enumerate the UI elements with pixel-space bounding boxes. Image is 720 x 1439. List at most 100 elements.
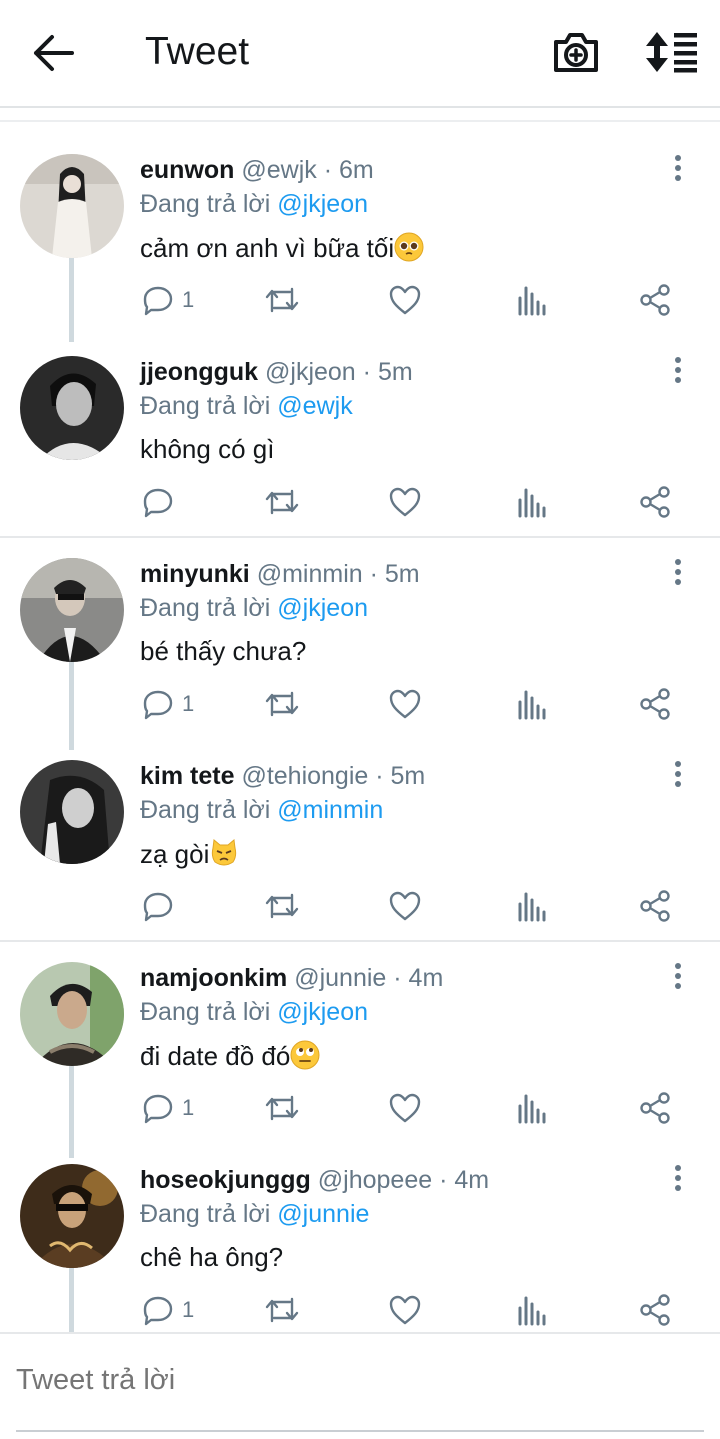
- reply-icon: [143, 1094, 173, 1124]
- reply-context: Đang trả lời @jkjeon: [140, 190, 368, 219]
- avatar[interactable]: [20, 356, 124, 460]
- bar-chart-icon: [518, 892, 546, 922]
- camera-plus-icon[interactable]: [552, 30, 600, 74]
- user-handle[interactable]: @tehiongie: [241, 762, 368, 790]
- display-name[interactable]: namjoonkim: [140, 964, 287, 992]
- analytics-button[interactable]: [516, 282, 546, 318]
- retweet-button[interactable]: [264, 1090, 300, 1126]
- share-button[interactable]: [638, 484, 672, 520]
- like-button[interactable]: [388, 1090, 422, 1126]
- mention-link[interactable]: @junnie: [277, 1200, 369, 1228]
- reply-button[interactable]: 1: [142, 686, 194, 722]
- bar-chart-icon: [518, 286, 546, 316]
- reply-button[interactable]: 1: [142, 282, 194, 318]
- like-button[interactable]: [388, 888, 422, 924]
- reply-prefix: Đang trả lời: [140, 190, 271, 218]
- display-name[interactable]: hoseokjunggg: [140, 1166, 311, 1194]
- avatar[interactable]: [20, 760, 124, 864]
- user-handle[interactable]: @jkjeon: [265, 358, 356, 386]
- analytics-button[interactable]: [516, 1292, 546, 1328]
- sort-list-icon[interactable]: [644, 30, 700, 74]
- user-handle[interactable]: @junnie: [294, 964, 386, 992]
- tweet[interactable]: eunwon @ewjk · 6m Đang trả lời @jkjeon c…: [0, 126, 720, 328]
- reply-icon: [143, 1296, 173, 1326]
- share-button[interactable]: [638, 1090, 672, 1126]
- more-options-icon[interactable]: [664, 556, 692, 588]
- retweet-button[interactable]: [264, 484, 300, 520]
- retweet-button[interactable]: [264, 686, 300, 722]
- share-icon: [640, 486, 670, 518]
- display-name[interactable]: minyunki: [140, 560, 250, 588]
- display-name[interactable]: jjeongguk: [140, 358, 258, 386]
- avatar[interactable]: [20, 154, 124, 258]
- reply-button[interactable]: 1: [142, 1292, 194, 1328]
- analytics-button[interactable]: [516, 888, 546, 924]
- reply-prefix: Đang trả lời: [140, 392, 271, 420]
- tweet[interactable]: minyunki @minmin · 5m Đang trả lời @jkje…: [0, 530, 720, 732]
- reply-button[interactable]: [142, 484, 182, 520]
- top-app-bar: Tweet: [0, 0, 720, 108]
- like-button[interactable]: [388, 686, 422, 722]
- retweet-icon: [265, 1297, 299, 1323]
- share-icon: [640, 890, 670, 922]
- display-name[interactable]: kim tete: [140, 762, 234, 790]
- like-button[interactable]: [388, 282, 422, 318]
- tweet-actions: 1: [0, 1090, 720, 1130]
- heart-icon: [389, 1295, 421, 1325]
- display-name[interactable]: eunwon: [140, 156, 234, 184]
- timestamp: · 6m: [323, 156, 374, 184]
- timestamp: · 5m: [369, 560, 420, 588]
- like-button[interactable]: [388, 1292, 422, 1328]
- reply-context: Đang trả lời @ewjk: [140, 392, 353, 421]
- like-button[interactable]: [388, 484, 422, 520]
- reply-button[interactable]: 1: [142, 1090, 194, 1126]
- face-rolling-eyes-emoji: [290, 1040, 320, 1070]
- avatar[interactable]: [20, 1164, 124, 1268]
- more-options-icon[interactable]: [664, 1162, 692, 1194]
- mention-link[interactable]: @jkjeon: [277, 594, 368, 622]
- avatar[interactable]: [20, 962, 124, 1066]
- reply-button[interactable]: [142, 888, 182, 924]
- reply-prefix: Đang trả lời: [140, 998, 271, 1026]
- heart-icon: [389, 1093, 421, 1123]
- reply-input[interactable]: [16, 1364, 706, 1397]
- bar-chart-icon: [518, 1296, 546, 1326]
- tweet-text-content: không có gì: [140, 434, 275, 464]
- retweet-button[interactable]: [264, 282, 300, 318]
- analytics-button[interactable]: [516, 484, 546, 520]
- more-options-icon[interactable]: [664, 960, 692, 992]
- timestamp: · 4m: [439, 1166, 490, 1194]
- analytics-button[interactable]: [516, 686, 546, 722]
- reply-icon: [143, 892, 173, 922]
- avatar[interactable]: [20, 558, 124, 662]
- user-handle[interactable]: @jhopeee: [318, 1166, 432, 1194]
- more-options-icon[interactable]: [664, 758, 692, 790]
- timestamp: · 5m: [375, 762, 426, 790]
- tweet-text: zạ gòi: [140, 838, 239, 870]
- share-button[interactable]: [638, 686, 672, 722]
- tweet[interactable]: kim tete @tehiongie · 5m Đang trả lời @m…: [0, 732, 720, 934]
- tweet-header: minyunki @minmin · 5m: [140, 560, 420, 589]
- share-button[interactable]: [638, 888, 672, 924]
- mention-link[interactable]: @jkjeon: [277, 190, 368, 218]
- retweet-button[interactable]: [264, 1292, 300, 1328]
- share-button[interactable]: [638, 1292, 672, 1328]
- more-options-icon[interactable]: [664, 354, 692, 386]
- mention-link[interactable]: @jkjeon: [277, 998, 368, 1026]
- user-handle[interactable]: @ewjk: [241, 156, 316, 184]
- more-options-icon[interactable]: [664, 152, 692, 184]
- arrow-left-icon[interactable]: [30, 32, 80, 74]
- analytics-button[interactable]: [516, 1090, 546, 1126]
- share-button[interactable]: [638, 282, 672, 318]
- mention-link[interactable]: @ewjk: [277, 392, 352, 420]
- user-handle[interactable]: @minmin: [257, 560, 363, 588]
- tweet[interactable]: jjeongguk @jkjeon · 5m Đang trả lời @ewj…: [0, 328, 720, 530]
- tweet[interactable]: hoseokjunggg @jhopeee · 4m Đang trả lời …: [0, 1136, 720, 1338]
- tweet[interactable]: namjoonkim @junnie · 4m Đang trả lời @jk…: [0, 934, 720, 1136]
- tweet-text-content: bé thấy chưa?: [140, 636, 307, 666]
- retweet-button[interactable]: [264, 888, 300, 924]
- mention-link[interactable]: @minmin: [277, 796, 383, 824]
- heart-icon: [389, 487, 421, 517]
- heart-icon: [389, 285, 421, 315]
- reply-prefix: Đang trả lời: [140, 594, 271, 622]
